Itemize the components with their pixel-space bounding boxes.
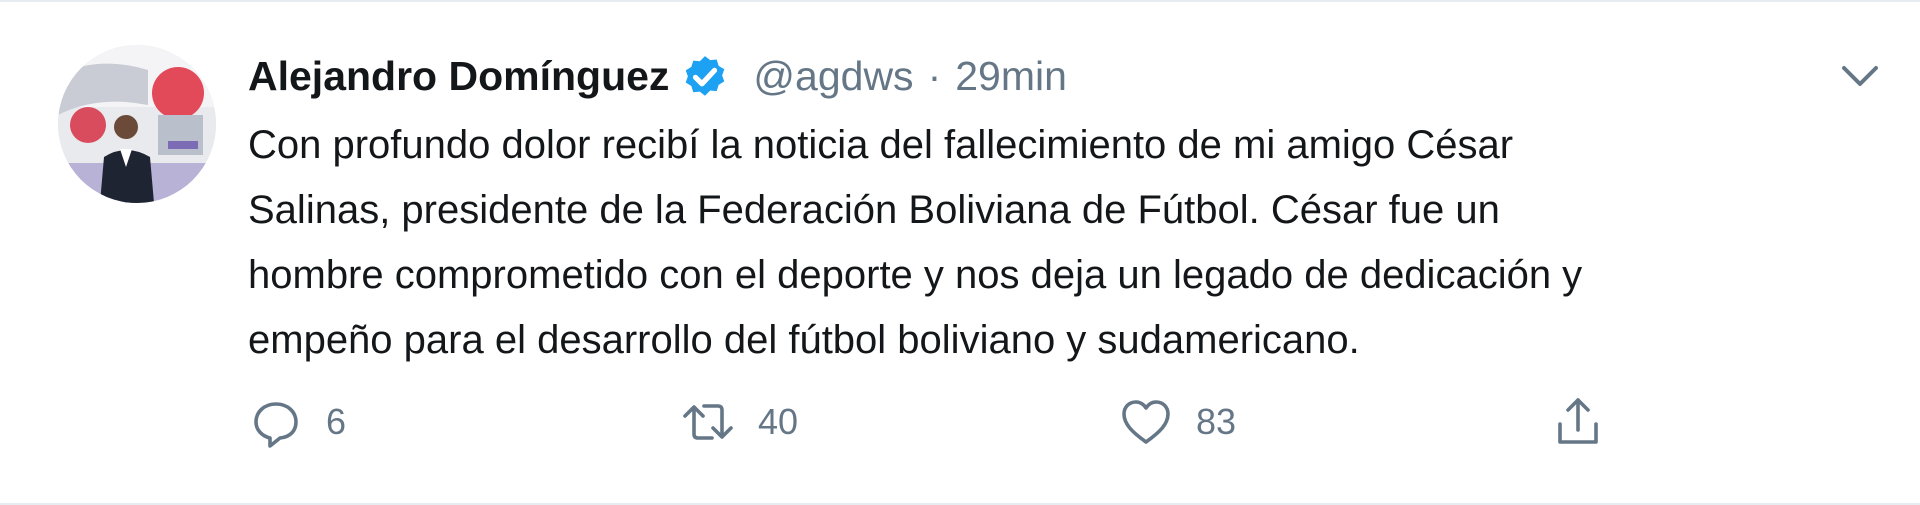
profile-photo-image [58,45,216,203]
share-button[interactable] [1550,390,1606,454]
reply-count: 6 [326,401,347,442]
tweet-header: Alejandro Domínguez @agdws · 29min [248,46,1067,106]
tweet-text-line: Con profundo dolor recibí la noticia del… [248,123,1514,167]
separator-dot: · [927,52,942,99]
tweet-actions: 6 40 83 [0,390,1920,454]
verified-badge-icon [686,56,725,96]
retweet-icon [683,404,733,440]
tweet-card[interactable]: Alejandro Domínguez @agdws · 29min Con p… [0,0,1920,505]
reply-button[interactable]: 6 [248,390,346,454]
tweet-text-line: Salinas, presidente de la Federación Bol… [248,188,1500,232]
heart-icon [1122,400,1170,444]
retweet-button[interactable]: 40 [680,390,798,454]
share-icon [1558,398,1598,444]
tweet-text-line: empeño para el desarrollo del fútbol bol… [248,318,1360,362]
reply-icon [254,402,298,448]
chevron-down-icon[interactable] [1838,60,1882,92]
author-name[interactable]: Alejandro Domínguez [248,53,669,100]
author-handle[interactable]: @agdws [753,53,913,100]
tweet-text-line: hombre comprometido con el deporte y nos… [248,253,1583,297]
like-button[interactable]: 83 [1118,390,1236,454]
like-count: 83 [1196,401,1237,442]
tweet-timestamp[interactable]: 29min [955,53,1067,100]
retweet-count: 40 [758,401,799,442]
tweet-text: Con profundo dolor recibí la noticia del… [248,113,1888,373]
avatar[interactable] [58,45,216,203]
